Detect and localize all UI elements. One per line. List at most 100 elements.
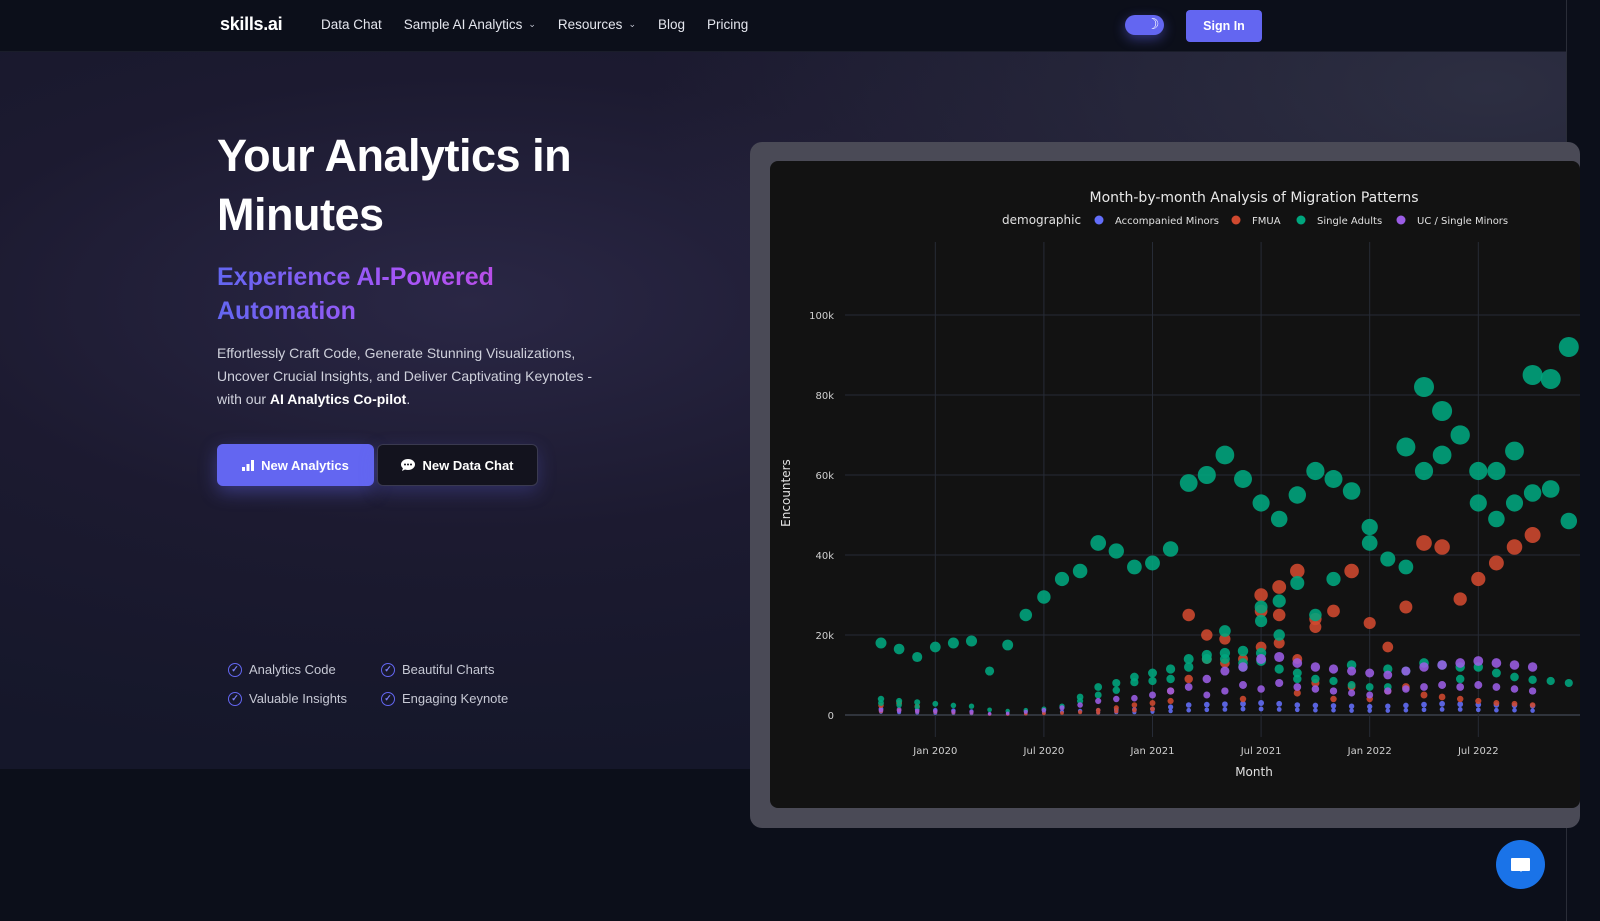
data-point (1505, 441, 1524, 461)
data-point (1165, 664, 1176, 674)
chat-widget-button[interactable] (1496, 840, 1545, 889)
data-point (1185, 702, 1192, 708)
data-point (1293, 683, 1302, 691)
data-point (1166, 674, 1175, 684)
feature-item: ✓ Valuable Insights (228, 691, 347, 706)
feature-label: Engaging Keynote (402, 691, 509, 706)
new-analytics-button[interactable]: New Analytics (217, 444, 374, 486)
data-point (1361, 535, 1378, 551)
data-point (1367, 708, 1372, 713)
data-point (1240, 706, 1246, 712)
y-tick-label: 0 (828, 711, 834, 722)
data-point (1527, 662, 1538, 672)
data-point (1094, 683, 1103, 691)
data-point (1239, 681, 1247, 689)
data-point (1309, 621, 1322, 633)
data-point (1398, 559, 1414, 575)
top-navbar: skills.ai Data Chat Sample AI Analytics ⌄… (0, 0, 1566, 52)
data-point (1453, 592, 1467, 606)
data-point (1204, 707, 1210, 713)
feature-label: Analytics Code (249, 662, 336, 677)
data-point (1127, 559, 1142, 575)
data-point (1060, 711, 1064, 715)
data-point (1455, 674, 1465, 684)
data-point (1439, 707, 1445, 712)
data-point (1306, 461, 1325, 481)
data-point (1311, 674, 1320, 684)
data-point (1112, 686, 1121, 694)
data-point (1149, 700, 1156, 706)
feature-label: Valuable Insights (249, 691, 348, 706)
data-point (1523, 484, 1542, 502)
data-point (875, 637, 887, 649)
legend-label: FMUA (1252, 216, 1281, 227)
y-tick-label: 80k (815, 391, 834, 402)
data-point (985, 666, 995, 676)
data-point (1506, 539, 1523, 555)
check-circle-icon: ✓ (228, 662, 242, 677)
data-point (878, 707, 884, 713)
x-tick-label: Jan 2020 (912, 746, 957, 757)
data-point (896, 708, 902, 713)
data-point (1524, 527, 1541, 543)
data-point (1349, 708, 1354, 713)
y-axis-label: Encounters (779, 459, 793, 527)
nav-link-pricing[interactable]: Pricing (707, 17, 748, 32)
data-point (1222, 701, 1228, 708)
data-point (1365, 668, 1375, 678)
nav-link-blog[interactable]: Blog (658, 17, 685, 32)
data-point (1272, 580, 1287, 594)
data-point (929, 641, 941, 653)
x-tick-label: Jan 2022 (1347, 746, 1392, 757)
data-point (1385, 703, 1391, 709)
sign-in-button[interactable]: Sign In (1186, 10, 1262, 42)
data-point (1272, 608, 1286, 622)
data-point (1439, 700, 1445, 707)
data-point (1275, 678, 1284, 688)
data-point (1078, 710, 1083, 715)
feature-item: ✓ Beautiful Charts (381, 662, 495, 677)
data-point (1219, 625, 1231, 637)
data-point (1237, 645, 1249, 657)
data-point (1256, 654, 1267, 664)
data-point (1380, 551, 1396, 567)
data-point (1324, 470, 1343, 488)
data-point (1564, 678, 1573, 688)
data-point (1326, 571, 1341, 587)
data-point (1148, 676, 1157, 686)
new-data-chat-button[interactable]: New Data Chat (377, 444, 538, 486)
data-point (1328, 664, 1339, 674)
data-point (1112, 678, 1121, 688)
data-point (1342, 482, 1361, 500)
data-point (1347, 666, 1357, 676)
data-point (1072, 563, 1088, 579)
hero-subtitle: Experience AI-Powered Automation (217, 260, 537, 328)
nav-link-sample-ai-analytics[interactable]: Sample AI Analytics ⌄ (404, 17, 536, 32)
data-point (1132, 707, 1137, 713)
y-tick-label: 60k (815, 471, 834, 482)
data-point (1471, 571, 1486, 587)
data-point (1294, 707, 1300, 713)
nav-link-data-chat[interactable]: Data Chat (321, 17, 382, 32)
data-point (1330, 695, 1337, 703)
nav-links: Data Chat Sample AI Analytics ⌄ Resources… (321, 17, 748, 32)
data-point (951, 709, 956, 714)
chevron-down-icon: ⌄ (528, 19, 536, 29)
button-label: New Data Chat (422, 457, 514, 473)
data-point (1469, 461, 1488, 481)
data-point (968, 703, 975, 709)
data-point (1385, 708, 1391, 713)
legend-label: Single Adults (1317, 216, 1382, 227)
data-point (1469, 494, 1487, 512)
nav-link-resources[interactable]: Resources ⌄ (558, 17, 636, 32)
chart-panel: 0 20k 40k 60k 80k 100k Jan 2020 Jul 2020 Jan 202… (770, 161, 1580, 808)
logo[interactable]: skills.ai (220, 14, 283, 35)
check-circle-icon: ✓ (381, 662, 395, 677)
feature-item: ✓ Engaging Keynote (381, 691, 508, 706)
data-point (1327, 604, 1340, 618)
data-point (1186, 707, 1192, 713)
description-end: . (406, 391, 411, 407)
data-point (1331, 707, 1336, 713)
theme-toggle[interactable]: ☽ (1125, 15, 1164, 35)
feature-item: ✓ Analytics Code (228, 662, 336, 677)
